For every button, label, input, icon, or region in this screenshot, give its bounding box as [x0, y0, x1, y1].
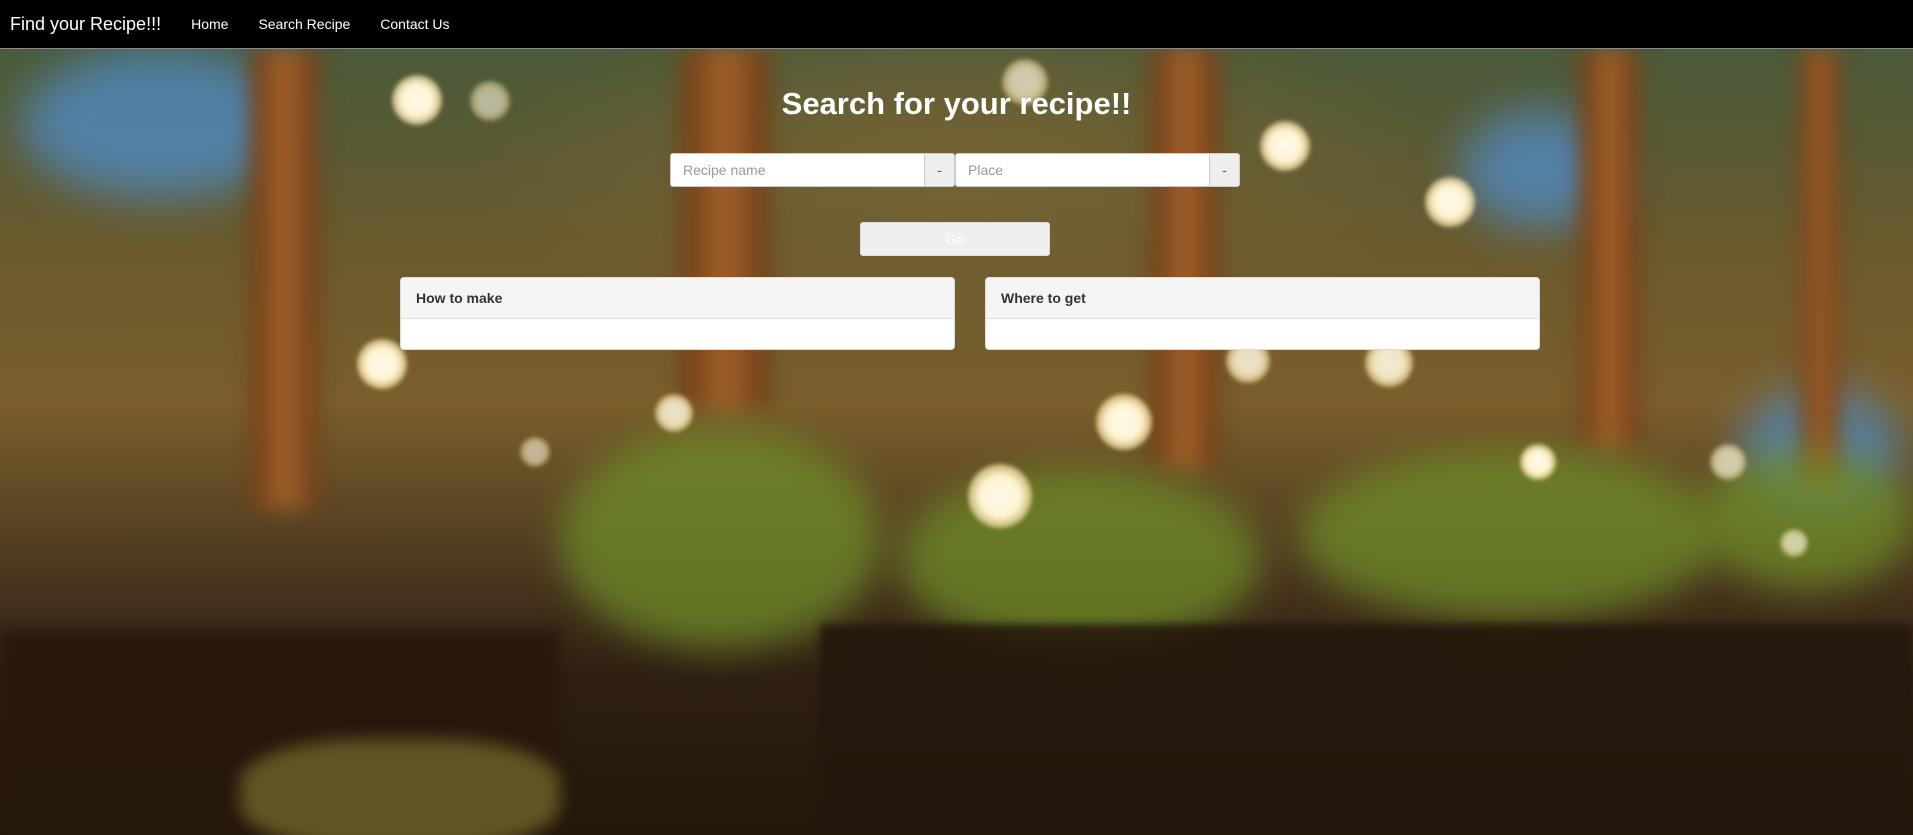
place-input[interactable]	[955, 153, 1209, 187]
where-to-get-heading: Where to get	[986, 278, 1539, 319]
nav-contact-us[interactable]: Contact Us	[380, 16, 449, 32]
place-addon: -	[1209, 153, 1240, 187]
search-input-row: - -	[670, 153, 1240, 187]
how-to-make-body	[401, 319, 954, 349]
recipe-name-input[interactable]	[670, 153, 924, 187]
navbar: Find your Recipe!!! Home Search Recipe C…	[0, 0, 1913, 49]
how-to-make-panel: How to make	[400, 277, 955, 350]
page-title: Search for your recipe!!	[781, 86, 1132, 121]
go-button[interactable]: Go	[860, 222, 1050, 256]
where-to-get-body	[986, 319, 1539, 349]
nav-home[interactable]: Home	[191, 16, 228, 32]
recipe-name-addon: -	[924, 153, 955, 187]
brand-link[interactable]: Find your Recipe!!!	[10, 14, 161, 35]
how-to-make-heading: How to make	[401, 278, 954, 319]
nav-search-recipe[interactable]: Search Recipe	[258, 16, 350, 32]
where-to-get-panel: Where to get	[985, 277, 1540, 350]
